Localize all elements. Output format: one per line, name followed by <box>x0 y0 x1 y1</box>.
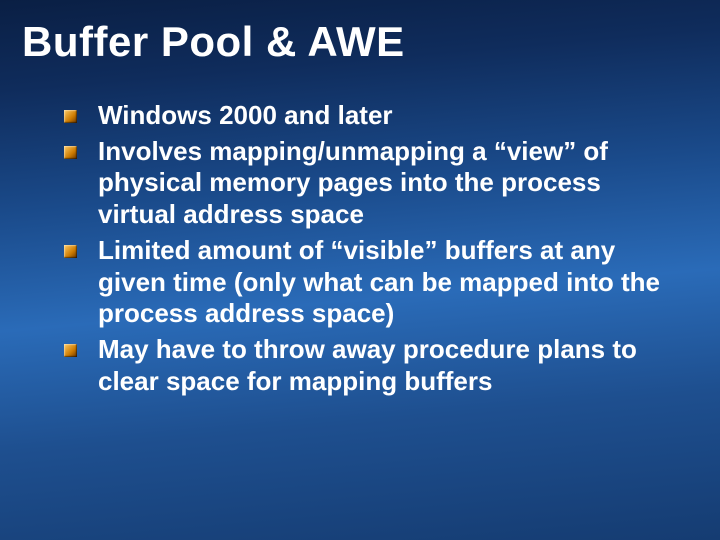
slide-content: Windows 2000 and later Involves mapping/… <box>0 66 720 397</box>
slide: Buffer Pool & AWE Windows 2000 and later… <box>0 0 720 540</box>
slide-title: Buffer Pool & AWE <box>0 0 720 66</box>
bullet-list: Windows 2000 and later Involves mapping/… <box>64 100 660 397</box>
list-item: May have to throw away procedure plans t… <box>64 334 660 397</box>
list-item: Windows 2000 and later <box>64 100 660 132</box>
list-item: Limited amount of “visible” buffers at a… <box>64 235 660 330</box>
list-item: Involves mapping/unmapping a “view” of p… <box>64 136 660 231</box>
